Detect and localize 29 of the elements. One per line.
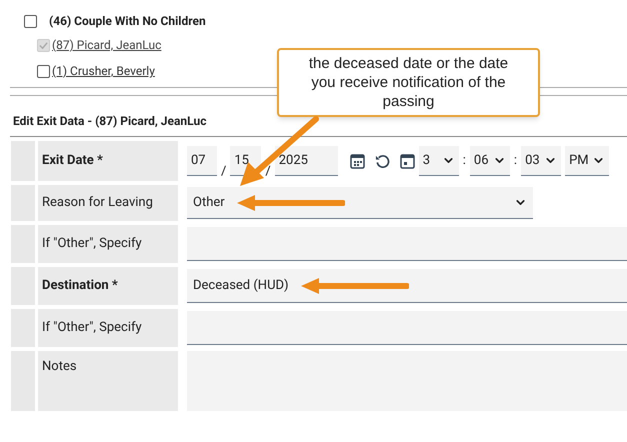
- time-select[interactable]: 06: [470, 146, 510, 176]
- time-separator: :: [462, 152, 466, 170]
- checkbox[interactable]: [24, 14, 37, 28]
- calendar-icon[interactable]: [400, 153, 415, 169]
- field-label: Reason for Leaving: [38, 185, 178, 221]
- checkbox[interactable]: [37, 64, 50, 78]
- field-label: If "Other", Specify: [38, 309, 178, 347]
- member-link[interactable]: (1) Crusher, Beverly: [52, 62, 155, 80]
- time-select[interactable]: 3: [418, 146, 459, 176]
- text-field[interactable]: [187, 227, 627, 261]
- month-field[interactable]: 07: [187, 146, 217, 176]
- reason-select[interactable]: Other: [187, 187, 533, 219]
- date-separator: /: [221, 162, 226, 180]
- date-separator: /: [265, 162, 271, 180]
- field-label: Notes: [38, 351, 178, 411]
- callout: the deceased date or the date you receive notification of the passing: [277, 48, 540, 117]
- reset-icon[interactable]: [374, 154, 390, 168]
- time-separator: :: [514, 152, 518, 170]
- year-field[interactable]: 2025: [274, 146, 338, 176]
- section-title: Edit Exit Data - (87) Picard, JeanLuc: [13, 113, 208, 130]
- field-label: If "Other", Specify: [38, 225, 178, 263]
- field-label: Exit Date *: [38, 141, 178, 181]
- text-field[interactable]: Deceased (HUD): [187, 269, 627, 303]
- field-label: Destination *: [38, 267, 178, 305]
- text-field[interactable]: [187, 311, 627, 345]
- calendar-icon[interactable]: [350, 153, 365, 169]
- household-label: (46) Couple With No Children: [49, 13, 206, 30]
- time-select[interactable]: 03: [521, 146, 562, 176]
- time-select[interactable]: PM: [565, 146, 610, 176]
